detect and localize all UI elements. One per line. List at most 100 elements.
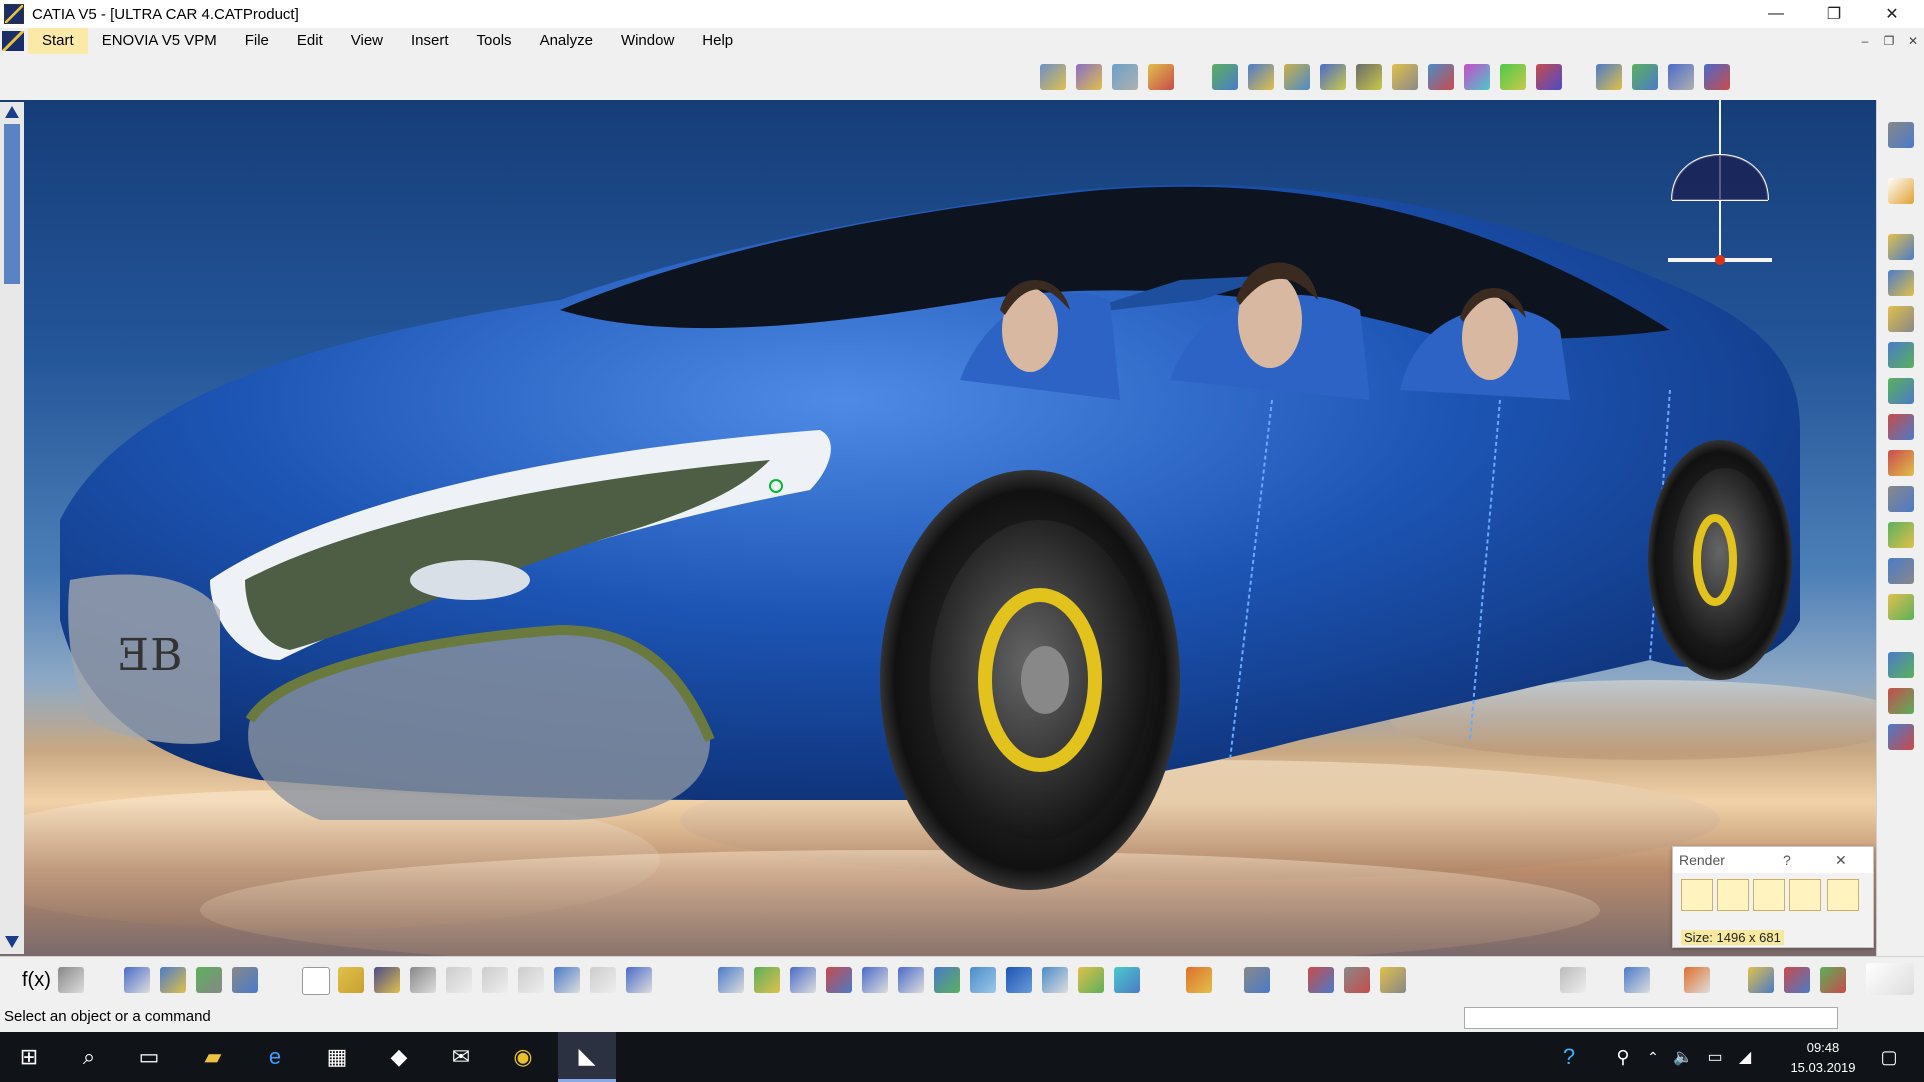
new-file-icon[interactable] bbox=[302, 967, 330, 995]
paste-icon[interactable] bbox=[518, 967, 544, 993]
catalog-icon-1[interactable] bbox=[1596, 64, 1622, 90]
render-dialog-title[interactable]: Render ? ✕ bbox=[1673, 847, 1873, 873]
list-icon[interactable] bbox=[232, 967, 258, 993]
component-icon-3[interactable] bbox=[1888, 306, 1914, 332]
minimize-button[interactable]: — bbox=[1748, 0, 1804, 28]
undo-icon[interactable] bbox=[554, 967, 580, 993]
battery-icon[interactable]: ▭ bbox=[1700, 1032, 1730, 1082]
constraint-icon-2[interactable] bbox=[1248, 64, 1274, 90]
file-explorer-icon[interactable]: ▰ bbox=[184, 1032, 242, 1082]
catalog-icon-4[interactable] bbox=[1704, 64, 1730, 90]
copy-icon[interactable] bbox=[482, 967, 508, 993]
doc-minimize-button[interactable]: – bbox=[1856, 32, 1874, 50]
doc-close-button[interactable]: ✕ bbox=[1904, 32, 1922, 50]
clock[interactable]: 09:48 15.03.2019 bbox=[1788, 1038, 1858, 1078]
refresh-icon[interactable] bbox=[1560, 967, 1586, 993]
menu-start[interactable]: Start bbox=[28, 28, 88, 54]
vertical-scrollbar[interactable] bbox=[0, 102, 24, 954]
catalog-icon-2[interactable] bbox=[1632, 64, 1658, 90]
help-icon[interactable]: ? bbox=[1783, 847, 1791, 873]
component-icon-7[interactable] bbox=[1888, 450, 1914, 476]
tree-icon[interactable] bbox=[160, 967, 186, 993]
explode-icon[interactable] bbox=[1112, 64, 1138, 90]
menu-insert[interactable]: Insert bbox=[397, 28, 463, 54]
edge-icon[interactable]: e bbox=[246, 1032, 304, 1082]
volume-icon[interactable]: 🔈 bbox=[1668, 1032, 1698, 1082]
menu-view[interactable]: View bbox=[337, 28, 397, 54]
task-view-icon[interactable]: ▭ bbox=[120, 1032, 178, 1082]
constraint-icon-8[interactable] bbox=[1464, 64, 1490, 90]
scene-icon[interactable] bbox=[1784, 967, 1810, 993]
chrome-icon[interactable]: ◉ bbox=[494, 1032, 552, 1082]
select-arrow-icon[interactable] bbox=[1888, 178, 1914, 204]
constraint-icon-7[interactable] bbox=[1428, 64, 1454, 90]
product-tool-icon-1[interactable] bbox=[1040, 64, 1066, 90]
constraint-icon-1[interactable] bbox=[1212, 64, 1238, 90]
close-button[interactable]: ✕ bbox=[1864, 0, 1920, 28]
whats-this-icon[interactable] bbox=[626, 967, 652, 993]
restore-button[interactable]: ❐ bbox=[1806, 0, 1862, 28]
constraint-icon-5[interactable] bbox=[1356, 64, 1382, 90]
render-shooting-button[interactable] bbox=[1753, 879, 1785, 911]
clash-icon[interactable] bbox=[1344, 967, 1370, 993]
menu-window[interactable]: Window bbox=[607, 28, 688, 54]
component-icon-5[interactable] bbox=[1888, 378, 1914, 404]
doc-restore-button[interactable]: ❐ bbox=[1880, 32, 1898, 50]
redo-icon[interactable] bbox=[590, 967, 616, 993]
product-tool-icon-2[interactable] bbox=[1076, 64, 1102, 90]
3d-viewport[interactable]: ƎB bbox=[0, 100, 1876, 956]
catia-taskbar-icon[interactable]: ◣ bbox=[558, 1032, 616, 1082]
component-icon-4[interactable] bbox=[1888, 342, 1914, 368]
open-folder-icon[interactable] bbox=[338, 967, 364, 993]
formula-icon[interactable]: f(x) bbox=[22, 967, 51, 993]
menu-edit[interactable]: Edit bbox=[283, 28, 337, 54]
component-icon-6[interactable] bbox=[1888, 414, 1914, 440]
measure-icon[interactable] bbox=[196, 967, 222, 993]
save-icon[interactable] bbox=[1827, 879, 1859, 911]
update-icon[interactable] bbox=[1500, 64, 1526, 90]
render-image-button[interactable] bbox=[1681, 879, 1713, 911]
component-icon-10[interactable] bbox=[1888, 558, 1914, 584]
store-icon[interactable]: ▦ bbox=[308, 1032, 366, 1082]
scroll-down-icon[interactable] bbox=[5, 936, 19, 948]
component-icon-9[interactable] bbox=[1888, 522, 1914, 548]
command-input[interactable] bbox=[1464, 1007, 1838, 1029]
distance-icon[interactable] bbox=[1308, 967, 1334, 993]
close-icon[interactable]: ✕ bbox=[1835, 847, 1847, 873]
constraint-icon-4[interactable] bbox=[1320, 64, 1346, 90]
normal-view-icon[interactable] bbox=[934, 967, 960, 993]
capture-icon[interactable] bbox=[1186, 967, 1212, 993]
compass-tool-icon[interactable] bbox=[1888, 122, 1914, 148]
component-icon-13[interactable] bbox=[1888, 688, 1914, 714]
catia-logo-icon[interactable] bbox=[2, 31, 24, 51]
component-icon-1[interactable] bbox=[1888, 234, 1914, 260]
menu-enovia[interactable]: ENOVIA V5 VPM bbox=[88, 28, 231, 54]
menu-file[interactable]: File bbox=[231, 28, 283, 54]
component-icon-14[interactable] bbox=[1888, 724, 1914, 750]
multi-view-icon[interactable] bbox=[970, 967, 996, 993]
menu-help[interactable]: Help bbox=[688, 28, 747, 54]
apply-material-icon[interactable] bbox=[1820, 967, 1846, 993]
windows-start-icon[interactable]: ⊞ bbox=[0, 1032, 58, 1082]
eraser-icon[interactable] bbox=[1624, 967, 1650, 993]
simulation-icon[interactable] bbox=[1244, 967, 1270, 993]
network-icon[interactable]: ◢ bbox=[1730, 1032, 1760, 1082]
save-file-icon[interactable] bbox=[374, 967, 400, 993]
render-settings-button[interactable] bbox=[1717, 879, 1749, 911]
grid-icon[interactable] bbox=[1684, 967, 1710, 993]
zoom-out-icon[interactable] bbox=[898, 967, 924, 993]
fit-all-icon[interactable] bbox=[754, 967, 780, 993]
shading-icon[interactable] bbox=[1042, 967, 1068, 993]
catalog-icon-3[interactable] bbox=[1668, 64, 1694, 90]
knowledge-icon[interactable] bbox=[58, 967, 84, 993]
constraint-icon-6[interactable] bbox=[1392, 64, 1418, 90]
render-camera-button[interactable] bbox=[1789, 879, 1821, 911]
scroll-thumb[interactable] bbox=[4, 124, 20, 284]
notification-icon[interactable]: ▢ bbox=[1860, 1032, 1918, 1082]
search-icon[interactable]: ⌕ bbox=[60, 1032, 118, 1082]
sectioning-icon[interactable] bbox=[1380, 967, 1406, 993]
zoom-in-icon[interactable] bbox=[862, 967, 888, 993]
component-icon-2[interactable] bbox=[1888, 270, 1914, 296]
hide-show-icon[interactable] bbox=[1078, 967, 1104, 993]
rotate-icon[interactable] bbox=[826, 967, 852, 993]
